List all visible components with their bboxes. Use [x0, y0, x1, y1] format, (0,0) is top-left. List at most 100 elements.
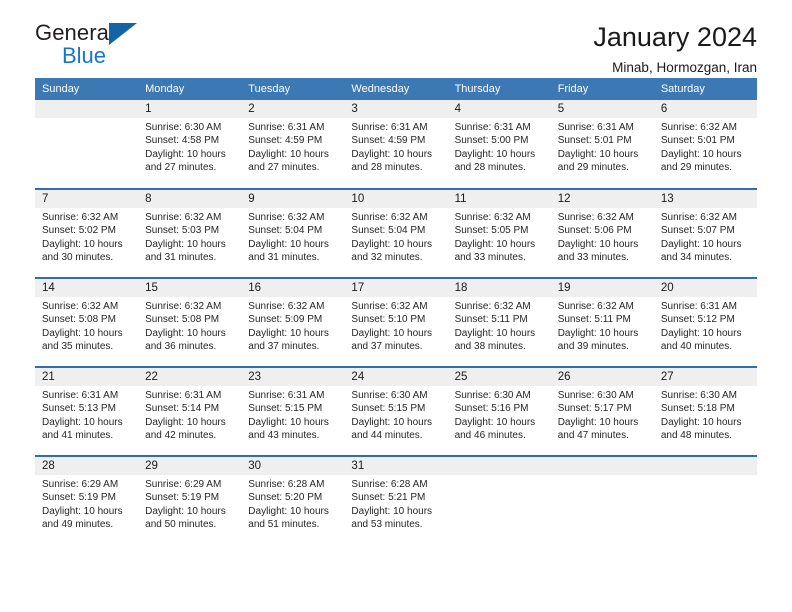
brand-logo[interactable]: General Blue [35, 22, 155, 72]
title-block: January 2024 Minab, Hormozgan, Iran [593, 22, 757, 75]
daylight-line-1: Daylight: 10 hours [145, 148, 226, 160]
daylight-line-1: Daylight: 10 hours [248, 505, 329, 517]
calendar-cell: 18 Sunrise: 6:32 AM Sunset: 5:11 PM Dayligh… [447, 277, 551, 367]
day-details: Sunrise: 6:32 AM Sunset: 5:04 PM Daylight:… [344, 208, 447, 265]
day-cell-empty [550, 457, 654, 545]
day-cell-empty [653, 457, 757, 545]
sunrise-time: Sunrise: 6:30 AM [351, 390, 428, 401]
sunset-time: Sunset: 4:58 PM [145, 135, 220, 147]
day-details: Sunrise: 6:31 AM Sunset: 4:59 PM Daylight:… [344, 118, 447, 175]
daylight-line-1: Daylight: 10 hours [145, 505, 226, 517]
daylight-line-1: Daylight: 10 hours [42, 238, 123, 250]
daylight-line-1: Daylight: 10 hours [145, 327, 226, 339]
day-cell[interactable]: 21 Sunrise: 6:31 AM Sunset: 5:13 PM Dayligh… [35, 368, 139, 455]
sunrise-time: Sunrise: 6:32 AM [248, 212, 325, 223]
weekday-header: Sunday Monday Tuesday Wednesday Thursday Frid… [35, 78, 757, 100]
day-cell[interactable]: 11 Sunrise: 6:32 AM Sunset: 5:05 PM Dayligh… [447, 190, 551, 277]
day-cell[interactable]: 20 Sunrise: 6:31 AM Sunset: 5:12 PM Dayligh… [653, 279, 757, 366]
daylight-line-1: Daylight: 10 hours [351, 505, 433, 517]
daylight-line-2: and 38 minutes. [454, 341, 526, 353]
day-details: Sunrise: 6:30 AM Sunset: 5:15 PM Daylight:… [344, 386, 447, 443]
daylight-line-1: Daylight: 10 hours [454, 416, 536, 428]
day-cell[interactable]: 10 Sunrise: 6:32 AM Sunset: 5:04 PM Dayligh… [344, 190, 448, 277]
sunset-time: Sunset: 5:15 PM [351, 403, 426, 415]
sunset-time: Sunset: 5:02 PM [42, 225, 116, 237]
day-details: Sunrise: 6:32 AM Sunset: 5:08 PM Daylight:… [138, 297, 241, 354]
sunset-time: Sunset: 5:21 PM [351, 492, 426, 504]
day-details: Sunrise: 6:32 AM Sunset: 5:11 PM Daylight:… [551, 297, 654, 354]
day-cell[interactable]: 25 Sunrise: 6:30 AM Sunset: 5:16 PM Dayligh… [447, 368, 551, 455]
sunrise-time: Sunrise: 6:32 AM [248, 301, 325, 312]
calendar-cell: 6 Sunrise: 6:32 AM Sunset: 5:01 PM Daylight… [653, 100, 757, 189]
day-cell[interactable]: 22 Sunrise: 6:31 AM Sunset: 5:14 PM Dayligh… [138, 368, 242, 455]
day-details: Sunrise: 6:32 AM Sunset: 5:09 PM Daylight:… [241, 297, 344, 354]
day-cell[interactable]: 5 Sunrise: 6:31 AM Sunset: 5:01 PM Daylight… [550, 100, 654, 188]
day-cell[interactable]: 16 Sunrise: 6:32 AM Sunset: 5:09 PM Dayligh… [241, 279, 345, 366]
sunrise-time: Sunrise: 6:32 AM [351, 212, 428, 223]
day-details [551, 475, 654, 478]
sunrise-time: Sunrise: 6:32 AM [351, 301, 428, 312]
day-cell[interactable]: 3 Sunrise: 6:31 AM Sunset: 4:59 PM Daylight… [344, 100, 448, 188]
day-cell[interactable]: 4 Sunrise: 6:31 AM Sunset: 5:00 PM Daylight… [447, 100, 551, 188]
calendar-week-row: 1 Sunrise: 6:30 AM Sunset: 4:58 PM Daylight… [35, 100, 757, 189]
day-cell[interactable]: 1 Sunrise: 6:30 AM Sunset: 4:58 PM Daylight… [138, 100, 242, 188]
day-cell[interactable]: 31 Sunrise: 6:28 AM Sunset: 5:21 PM Dayligh… [344, 457, 448, 545]
day-number: 13 [653, 190, 757, 208]
day-details: Sunrise: 6:32 AM Sunset: 5:08 PM Daylight:… [35, 297, 138, 354]
sunrise-time: Sunrise: 6:31 AM [248, 390, 325, 401]
day-cell[interactable]: 30 Sunrise: 6:28 AM Sunset: 5:20 PM Dayligh… [241, 457, 345, 545]
sunrise-time: Sunrise: 6:32 AM [660, 122, 737, 133]
day-details: Sunrise: 6:32 AM Sunset: 5:11 PM Daylight:… [448, 297, 551, 354]
calendar-cell [35, 100, 139, 189]
day-cell[interactable]: 13 Sunrise: 6:32 AM Sunset: 5:07 PM Dayligh… [653, 190, 757, 277]
sunrise-time: Sunrise: 6:32 AM [557, 212, 634, 223]
sunset-time: Sunset: 5:09 PM [248, 314, 323, 326]
day-cell[interactable]: 17 Sunrise: 6:32 AM Sunset: 5:10 PM Dayligh… [344, 279, 448, 366]
daylight-line-2: and 37 minutes. [351, 341, 423, 353]
day-number: 17 [344, 279, 448, 297]
sunset-time: Sunset: 5:12 PM [660, 314, 735, 326]
day-cell[interactable]: 6 Sunrise: 6:32 AM Sunset: 5:01 PM Daylight… [653, 100, 757, 188]
day-cell[interactable]: 8 Sunrise: 6:32 AM Sunset: 5:03 PM Daylight… [138, 190, 242, 277]
day-number: 29 [138, 457, 242, 475]
day-cell[interactable]: 12 Sunrise: 6:32 AM Sunset: 5:06 PM Dayligh… [550, 190, 654, 277]
calendar-body: 1 Sunrise: 6:30 AM Sunset: 4:58 PM Daylight… [35, 100, 757, 545]
calendar-week-row: 28 Sunrise: 6:29 AM Sunset: 5:19 PM Dayligh… [35, 455, 757, 545]
daylight-line-2: and 42 minutes. [145, 430, 217, 442]
calendar-cell: 30 Sunrise: 6:28 AM Sunset: 5:20 PM Dayligh… [241, 455, 345, 545]
day-cell[interactable]: 7 Sunrise: 6:32 AM Sunset: 5:02 PM Daylight… [35, 190, 139, 277]
day-details: Sunrise: 6:32 AM Sunset: 5:01 PM Daylight:… [654, 118, 757, 175]
sunrise-time: Sunrise: 6:28 AM [351, 479, 428, 490]
daylight-line-2: and 34 minutes. [660, 252, 733, 264]
day-details: Sunrise: 6:30 AM Sunset: 4:58 PM Daylight:… [138, 118, 241, 175]
sunset-time: Sunset: 5:04 PM [248, 225, 323, 237]
day-details: Sunrise: 6:32 AM Sunset: 5:04 PM Daylight:… [241, 208, 344, 265]
day-cell[interactable]: 29 Sunrise: 6:29 AM Sunset: 5:19 PM Dayligh… [138, 457, 242, 545]
day-cell[interactable]: 24 Sunrise: 6:30 AM Sunset: 5:15 PM Dayligh… [344, 368, 448, 455]
sunrise-time: Sunrise: 6:32 AM [557, 301, 634, 312]
day-cell[interactable]: 28 Sunrise: 6:29 AM Sunset: 5:19 PM Dayligh… [35, 457, 139, 545]
day-details [448, 475, 551, 478]
day-cell[interactable]: 18 Sunrise: 6:32 AM Sunset: 5:11 PM Dayligh… [447, 279, 551, 366]
sunset-time: Sunset: 5:05 PM [454, 225, 529, 237]
day-cell[interactable]: 15 Sunrise: 6:32 AM Sunset: 5:08 PM Dayligh… [138, 279, 242, 366]
calendar-cell: 12 Sunrise: 6:32 AM Sunset: 5:06 PM Dayligh… [550, 188, 654, 278]
day-cell-empty [447, 457, 551, 545]
sunset-time: Sunset: 5:11 PM [557, 314, 631, 326]
sunrise-time: Sunrise: 6:32 AM [454, 212, 531, 223]
day-cell[interactable]: 19 Sunrise: 6:32 AM Sunset: 5:11 PM Dayligh… [550, 279, 654, 366]
day-cell[interactable]: 2 Sunrise: 6:31 AM Sunset: 4:59 PM Daylight… [241, 100, 345, 188]
day-cell[interactable]: 26 Sunrise: 6:30 AM Sunset: 5:17 PM Dayligh… [550, 368, 654, 455]
brand-name-blue: Blue [62, 43, 107, 68]
day-cell[interactable]: 27 Sunrise: 6:30 AM Sunset: 5:18 PM Dayligh… [653, 368, 757, 455]
day-cell[interactable]: 14 Sunrise: 6:32 AM Sunset: 5:08 PM Dayligh… [35, 279, 139, 366]
weekday-header-wednesday: Wednesday [344, 78, 448, 100]
day-cell[interactable]: 9 Sunrise: 6:32 AM Sunset: 5:04 PM Daylight… [241, 190, 345, 277]
daylight-line-2: and 37 minutes. [248, 341, 320, 353]
day-cell[interactable]: 23 Sunrise: 6:31 AM Sunset: 5:15 PM Dayligh… [241, 368, 345, 455]
daylight-line-1: Daylight: 10 hours [660, 148, 742, 160]
sunrise-time: Sunrise: 6:31 AM [42, 390, 119, 401]
day-number: 25 [447, 368, 551, 386]
sunrise-time: Sunrise: 6:31 AM [557, 122, 634, 133]
day-cell-empty [35, 100, 139, 188]
